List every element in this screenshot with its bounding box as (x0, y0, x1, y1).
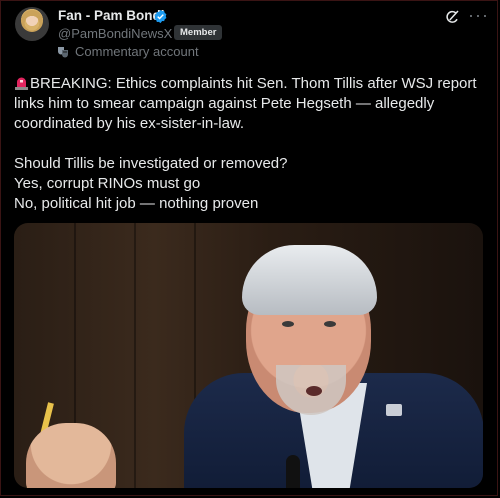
headline-paragraph: BREAKING: Ethics complaints hit Sen. Tho… (14, 74, 484, 134)
post-image[interactable] (14, 223, 483, 488)
more-options-icon[interactable]: ··· (468, 6, 489, 24)
commentary-account-label: Commentary account (57, 44, 199, 59)
member-badge[interactable]: Member (174, 25, 223, 40)
post-card[interactable]: Fan - Pam Bondi @PamBondiNewsX · Member … (0, 0, 500, 498)
avatar[interactable] (15, 7, 49, 41)
verified-badge-icon (154, 9, 167, 24)
author-name[interactable]: Fan - Pam Bondi (58, 8, 165, 23)
commentary-text: Commentary account (75, 44, 199, 59)
poll-option-1: Yes, corrupt RINOs must go (14, 175, 201, 192)
post-text: BREAKING: Ethics complaints hit Sen. Tho… (14, 74, 484, 214)
poll-question: Should Tillis be investigated or removed… (14, 155, 288, 172)
author-handle[interactable]: @PamBondiNewsX (58, 26, 172, 41)
grok-icon[interactable] (443, 8, 461, 26)
headline-text: BREAKING: Ethics complaints hit Sen. Tho… (14, 75, 477, 132)
theater-mask-icon (58, 46, 68, 57)
siren-emoji-icon (15, 77, 28, 90)
separator-dot: · (166, 25, 171, 40)
poll-option-2: No, political hit job — nothing proven (14, 195, 259, 212)
